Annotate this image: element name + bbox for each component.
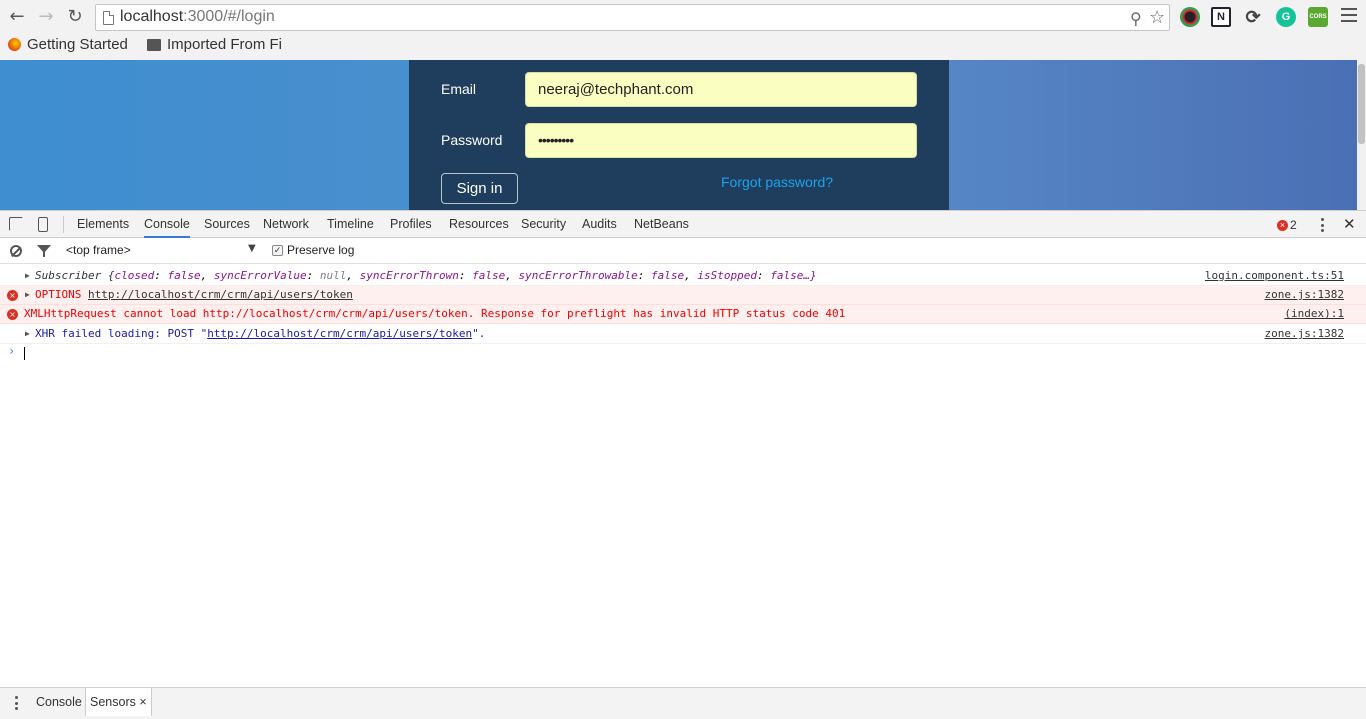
message-source-link[interactable]: zone.js:1382 bbox=[1265, 286, 1344, 304]
forgot-password-link[interactable]: Forgot password? bbox=[721, 174, 833, 190]
email-field[interactable]: neeraj@techphant.com bbox=[525, 72, 917, 107]
error-count: 2 bbox=[1290, 218, 1297, 232]
folder-icon bbox=[147, 38, 161, 51]
tab-audits[interactable]: Audits bbox=[582, 211, 617, 238]
message-text: XMLHttpRequest cannot load http://localh… bbox=[24, 307, 846, 320]
message-source-link[interactable]: zone.js:1382 bbox=[1265, 325, 1344, 343]
n-extension-icon[interactable]: N bbox=[1211, 7, 1231, 27]
firefox-icon bbox=[8, 38, 21, 51]
tab-resources[interactable]: Resources bbox=[449, 211, 509, 238]
preserve-log-checkbox[interactable]: ✓ Preserve log bbox=[272, 243, 354, 257]
console-message-log[interactable]: ▶ Subscriber {closed: false, syncErrorVa… bbox=[0, 267, 1366, 286]
error-icon: × bbox=[7, 290, 18, 301]
sync-icon[interactable]: ⟳ bbox=[1243, 7, 1263, 27]
browser-toolbar: ← → ↻ localhost:3000/#/login ⚲ ☆ N ⟳ G C… bbox=[0, 0, 1366, 60]
tab-console[interactable]: Console bbox=[144, 211, 190, 238]
password-label: Password bbox=[441, 132, 503, 148]
close-tab-icon[interactable]: × bbox=[139, 695, 146, 709]
color-wheel-icon[interactable] bbox=[1180, 7, 1200, 27]
forward-icon[interactable]: → bbox=[36, 7, 56, 27]
filter-icon[interactable] bbox=[37, 245, 51, 257]
close-devtools-icon[interactable]: ✕ bbox=[1343, 215, 1356, 233]
devtools-menu-icon[interactable] bbox=[1320, 218, 1324, 232]
message-source-link[interactable]: (index):1 bbox=[1284, 305, 1344, 323]
tab-security[interactable]: Security bbox=[521, 211, 566, 238]
console-message-error[interactable]: × ▶ OPTIONS http://localhost/crm/crm/api… bbox=[0, 286, 1366, 305]
error-icon: × bbox=[1277, 219, 1288, 231]
scrollbar-thumb[interactable] bbox=[1358, 64, 1365, 144]
tab-netbeans[interactable]: NetBeans bbox=[634, 211, 689, 238]
bookmark-getting-started[interactable]: Getting Started bbox=[8, 36, 128, 53]
reload-icon[interactable]: ↻ bbox=[65, 7, 85, 27]
console-message-error[interactable]: × XMLHttpRequest cannot load http://loca… bbox=[0, 305, 1366, 324]
clear-console-icon[interactable] bbox=[10, 245, 22, 257]
cors-icon[interactable]: CORS bbox=[1308, 7, 1328, 27]
signin-button[interactable]: Sign in bbox=[441, 173, 518, 204]
page-scrollbar[interactable] bbox=[1357, 60, 1366, 210]
console-message-xhr[interactable]: ▶ XHR failed loading: POST "http://local… bbox=[0, 325, 1366, 344]
console-filter-bar: <top frame> ▼ ✓ Preserve log bbox=[0, 238, 1366, 264]
expand-icon[interactable]: ▶ bbox=[25, 286, 30, 304]
request-url-link[interactable]: http://localhost/crm/crm/api/users/token bbox=[207, 327, 472, 340]
devtools-toolbar: Elements Console Sources Network Timelin… bbox=[0, 210, 1366, 238]
address-bar[interactable]: localhost:3000/#/login ⚲ ☆ bbox=[95, 4, 1170, 31]
console-prompt-icon: › bbox=[8, 344, 16, 358]
tab-profiles[interactable]: Profiles bbox=[390, 211, 432, 238]
inspect-icon[interactable] bbox=[9, 217, 23, 231]
message-text: Subscriber {closed: false, syncErrorValu… bbox=[35, 269, 817, 282]
password-field[interactable]: ••••••••• bbox=[525, 123, 917, 158]
console-input-caret[interactable] bbox=[24, 347, 25, 360]
drawer-tab-sensors[interactable]: Sensors × bbox=[85, 688, 152, 716]
error-icon: × bbox=[7, 309, 18, 320]
url-text: localhost:3000/#/login bbox=[120, 8, 275, 25]
tab-elements[interactable]: Elements bbox=[77, 211, 129, 238]
preserve-log-label: Preserve log bbox=[287, 243, 355, 257]
bookmark-label: Getting Started bbox=[27, 36, 128, 53]
browser-menu-icon[interactable] bbox=[1341, 8, 1357, 24]
request-url-link[interactable]: http://localhost/crm/crm/api/users/token bbox=[88, 288, 353, 301]
checkbox-icon[interactable]: ✓ bbox=[272, 244, 283, 256]
bookmark-label: Imported From Fi bbox=[167, 36, 283, 53]
back-icon[interactable]: ← bbox=[7, 7, 27, 27]
drawer-menu-icon[interactable] bbox=[14, 696, 18, 710]
error-count-badge[interactable]: × 2 bbox=[1277, 218, 1297, 232]
divider bbox=[63, 216, 64, 233]
device-icon[interactable] bbox=[38, 217, 48, 232]
expand-icon[interactable]: ▶ bbox=[25, 267, 30, 285]
grammarly-icon[interactable]: G bbox=[1276, 7, 1296, 27]
key-icon[interactable]: ⚲ bbox=[1130, 9, 1142, 28]
console-output[interactable]: ▶ Subscriber {closed: false, syncErrorVa… bbox=[0, 265, 1366, 687]
message-text: XHR failed loading: POST "http://localho… bbox=[35, 327, 486, 340]
page-icon bbox=[103, 11, 114, 25]
bookmark-imported[interactable]: Imported From Fi bbox=[147, 36, 282, 53]
star-icon[interactable]: ☆ bbox=[1149, 7, 1165, 28]
drawer-tab-label: Sensors bbox=[90, 695, 136, 709]
email-label: Email bbox=[441, 81, 477, 97]
expand-icon[interactable]: ▶ bbox=[25, 325, 30, 343]
dropdown-arrow-icon[interactable]: ▼ bbox=[248, 243, 256, 254]
tab-sources[interactable]: Sources bbox=[204, 211, 250, 238]
tab-network[interactable]: Network bbox=[263, 211, 309, 238]
drawer-tab-console[interactable]: Console bbox=[36, 688, 82, 716]
frame-selector[interactable]: <top frame> bbox=[66, 243, 131, 257]
devtools-drawer: Console Sensors × bbox=[0, 687, 1366, 719]
tab-timeline[interactable]: Timeline bbox=[327, 211, 374, 238]
login-panel: Email neeraj@techphant.com Password ••••… bbox=[409, 60, 949, 210]
message-text: OPTIONS http://localhost/crm/crm/api/use… bbox=[35, 288, 353, 301]
message-source-link[interactable]: login.component.ts:51 bbox=[1205, 267, 1344, 285]
